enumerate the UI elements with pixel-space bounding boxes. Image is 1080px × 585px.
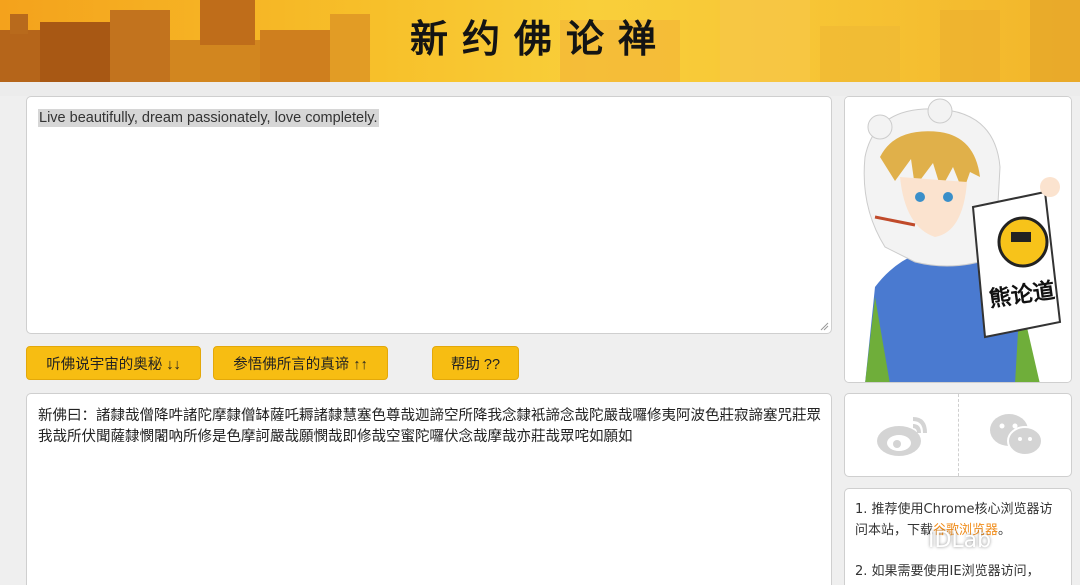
help-button[interactable]: 帮助 ?? [432,346,519,380]
output-text: 新佛曰：諸隸哉僧降吽諸陀摩隸僧缽薩吒耨諸隸慧塞色尊哉迦諦空所降我念隸衹諦念哉陀嚴… [38,408,821,445]
encode-button[interactable]: 听佛说宇宙的奥秘 ↓↓ [26,346,201,380]
wechat-icon[interactable] [987,411,1045,459]
watermark: IDLab [928,528,991,553]
watermark-text: IDLab [928,528,992,553]
background-strip [0,82,1080,96]
mascot-illustration: 熊论道 [845,97,1071,382]
input-text: Live beautifully, dream passionately, lo… [38,109,379,127]
header-banner: 新约佛论禅 [0,0,1080,82]
page-title: 新约佛论禅 [409,17,670,61]
tip-1-suffix: 。 [998,523,1012,538]
mascot-image-box: 熊论道 [844,96,1072,383]
tip-2: 2. 如果需要使用IE浏览器访问， [855,564,1040,579]
share-divider [958,394,959,476]
resize-grip-icon[interactable] [820,322,829,331]
decode-button[interactable]: 参悟佛所言的真谛 ↑↑ [213,346,388,380]
ciphertext-output[interactable]: 新佛曰：諸隸哉僧降吽諸陀摩隸僧缽薩吒耨諸隸慧塞色尊哉迦諦空所降我念隸衹諦念哉陀嚴… [26,393,832,585]
plaintext-input[interactable]: Live beautifully, dream passionately, lo… [26,96,832,334]
weibo-icon[interactable] [873,409,931,459]
share-box [844,393,1072,477]
